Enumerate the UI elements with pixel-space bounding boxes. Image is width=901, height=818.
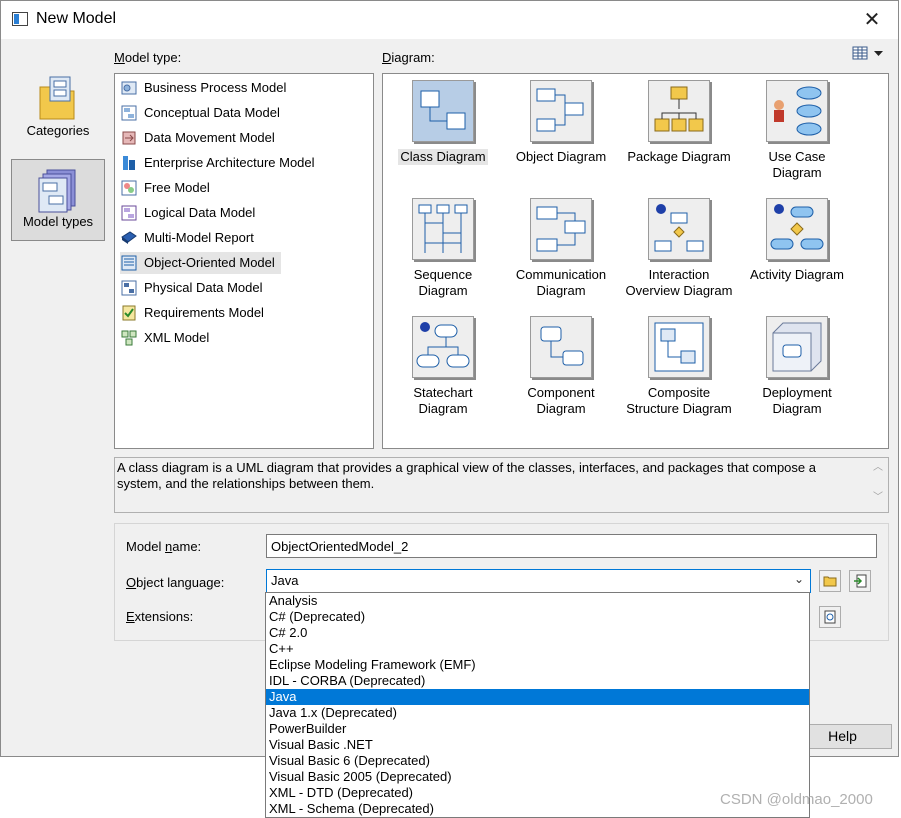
extensions-label: Extensions: [126, 609, 194, 624]
object-language-dropdown: Analysis C# (Deprecated) C# 2.0 C++ Eclipse … [265, 592, 810, 818]
diagram-composite-structure[interactable]: Composite Structure Diagram [621, 316, 737, 417]
model-type-label: Model type: [114, 50, 182, 65]
diagram-class[interactable]: Class Diagram [385, 80, 501, 165]
category-model-types[interactable]: Model types [11, 159, 105, 241]
sequence-diagram-icon [412, 198, 474, 260]
title-bar: New Model ✕ [1, 1, 898, 39]
object-oriented-icon [120, 254, 138, 272]
language-option[interactable]: PowerBuilder [266, 721, 809, 737]
close-button[interactable]: ✕ [850, 3, 894, 37]
list-item[interactable]: Physical Data Model [120, 277, 263, 299]
use-case-diagram-icon [766, 80, 828, 142]
diagram-component[interactable]: Component Diagram [503, 316, 619, 417]
language-option[interactable]: Eclipse Modeling Framework (EMF) [266, 657, 809, 673]
diagram-grid: Class Diagram Object Diagram Package Dia… [382, 73, 889, 449]
diagram-deployment[interactable]: Deployment Diagram [739, 316, 855, 417]
diagram-activity[interactable]: Activity Diagram [739, 198, 855, 283]
list-item[interactable]: Multi-Model Report [120, 227, 254, 249]
list-item[interactable]: Free Model [120, 177, 210, 199]
app-icon [12, 12, 28, 26]
communication-diagram-icon [530, 198, 592, 260]
list-view-icon [852, 46, 883, 60]
language-option[interactable]: C# (Deprecated) [266, 609, 809, 625]
data-movement-icon [120, 129, 138, 147]
watermark: CSDN @oldmao_2000 [720, 791, 873, 808]
package-diagram-icon [648, 80, 710, 142]
object-language-label: Object language: [126, 575, 225, 590]
language-option[interactable]: Visual Basic 6 (Deprecated) [266, 753, 809, 769]
browse-folder-button[interactable] [819, 570, 841, 592]
chevron-down-icon: ⌄ [793, 572, 804, 586]
diagram-use-case[interactable]: Use Case Diagram [739, 80, 855, 181]
list-item[interactable]: Logical Data Model [120, 202, 255, 224]
class-diagram-icon [412, 80, 474, 142]
requirements-icon [120, 304, 138, 322]
description-scrollbar[interactable]: ︿ ﹀ [868, 458, 888, 512]
model-type-list: Business Process Model Conceptual Data M… [114, 73, 374, 449]
list-item[interactable]: Object-Oriented Model [120, 252, 281, 274]
diagram-sequence[interactable]: Sequence Diagram [385, 198, 501, 299]
model-name-label: Model name: [126, 539, 202, 554]
object-language-select[interactable]: Java ⌄ [266, 569, 811, 593]
diagram-package[interactable]: Package Diagram [621, 80, 737, 165]
language-option[interactable]: Visual Basic .NET [266, 737, 809, 753]
list-item[interactable]: Business Process Model [120, 77, 286, 99]
scroll-down-icon[interactable]: ﹀ [868, 490, 888, 506]
language-option[interactable]: Java [266, 689, 809, 705]
language-option[interactable]: Visual Basic 2005 (Deprecated) [266, 769, 809, 785]
logical-data-icon [120, 204, 138, 222]
diagram-communication[interactable]: Communication Diagram [503, 198, 619, 299]
object-diagram-icon [530, 80, 592, 142]
conceptual-data-icon [120, 104, 138, 122]
diagram-description: A class diagram is a UML diagram that pr… [114, 457, 889, 513]
list-item[interactable]: Data Movement Model [120, 127, 275, 149]
language-option[interactable]: IDL - CORBA (Deprecated) [266, 673, 809, 689]
category-categories[interactable]: Categories [11, 73, 105, 151]
folder-icon [823, 576, 837, 587]
multi-model-report-icon [120, 229, 138, 247]
list-item[interactable]: Enterprise Architecture Model [120, 152, 315, 174]
category-label: Categories [26, 123, 90, 138]
language-option[interactable]: Java 1.x (Deprecated) [266, 705, 809, 721]
properties-icon [824, 610, 836, 624]
model-types-icon [38, 169, 76, 213]
interaction-overview-icon [648, 198, 710, 260]
component-diagram-icon [530, 316, 592, 378]
diagram-interaction-overview[interactable]: Interaction Overview Diagram [621, 198, 737, 299]
language-option[interactable]: C++ [266, 641, 809, 657]
diagram-object[interactable]: Object Diagram [503, 80, 619, 165]
deployment-diagram-icon [766, 316, 828, 378]
language-option[interactable]: C# 2.0 [266, 625, 809, 641]
free-model-icon [120, 179, 138, 197]
view-mode-button[interactable] [852, 46, 886, 62]
statechart-diagram-icon [412, 316, 474, 378]
model-name-input[interactable] [266, 534, 877, 558]
diagram-statechart[interactable]: Statechart Diagram [385, 316, 501, 417]
import-button[interactable] [849, 570, 871, 592]
folder-icon [39, 76, 75, 120]
xml-model-icon [120, 329, 138, 347]
activity-diagram-icon [766, 198, 828, 260]
scroll-up-icon[interactable]: ︿ [868, 460, 888, 476]
list-item[interactable]: Requirements Model [120, 302, 264, 324]
business-process-icon [120, 79, 138, 97]
list-item[interactable]: XML Model [120, 327, 209, 349]
physical-data-icon [120, 279, 138, 297]
extension-properties-button[interactable] [819, 606, 841, 628]
language-option[interactable]: Analysis [266, 593, 809, 609]
window-title: New Model [36, 10, 117, 27]
list-item[interactable]: Conceptual Data Model [120, 102, 280, 124]
category-label: Model types [22, 214, 94, 229]
enterprise-architecture-icon [120, 154, 138, 172]
import-icon [854, 574, 867, 588]
composite-structure-icon [648, 316, 710, 378]
diagram-label: Diagram: [382, 50, 435, 65]
